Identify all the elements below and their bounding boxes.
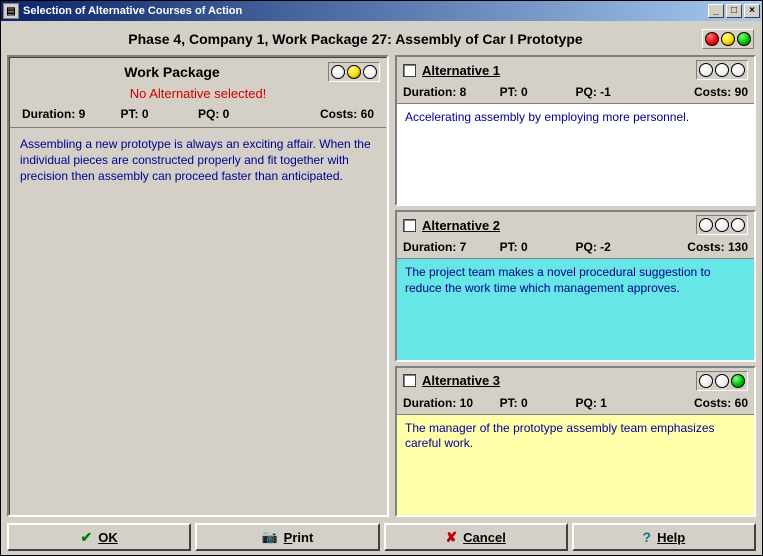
button-bar: ✔ OK 📷 Print ✘ Cancel ? Help	[7, 517, 756, 551]
alternative-1-name: Alternative 1	[422, 63, 696, 78]
alt3-costs-value: 60	[735, 396, 748, 410]
alt1-duration-label: Duration:	[403, 85, 456, 99]
alternatives-column: Alternative 1 Duration: 8 PT: 0 PQ: -1	[395, 55, 756, 517]
question-icon: ?	[643, 529, 652, 545]
alt2-light-2-icon	[715, 218, 729, 232]
alt2-pt-label: PT:	[500, 240, 518, 254]
work-package-header: Work Package No Alternative selected! Du…	[10, 58, 386, 128]
alternative-2-checkbox[interactable]	[403, 219, 416, 232]
wp-pq-label: PQ:	[198, 107, 219, 121]
alt3-duration-label: Duration:	[403, 396, 456, 410]
status-light-green-icon	[737, 32, 751, 46]
alternative-1-metrics: Duration: 8 PT: 0 PQ: -1 Costs: 90	[397, 81, 754, 103]
alt3-pq-label: PQ:	[575, 396, 596, 410]
content-area: Phase 4, Company 1, Work Package 27: Ass…	[1, 21, 762, 555]
wp-pt-label: PT:	[121, 107, 139, 121]
alt1-costs-label: Costs:	[694, 85, 731, 99]
wp-light-1-icon	[331, 65, 345, 79]
alternative-2-name: Alternative 2	[422, 218, 696, 233]
alternative-2-card[interactable]: Alternative 2 Duration: 7 PT: 0 PQ: -2	[395, 210, 756, 361]
wp-duration-label: Duration:	[22, 107, 75, 121]
titlebar[interactable]: ▤ Selection of Alternative Courses of Ac…	[1, 1, 762, 21]
alt1-duration-value: 8	[460, 85, 467, 99]
alt3-costs-label: Costs:	[694, 396, 731, 410]
alt1-light-2-icon	[715, 63, 729, 77]
alt3-light-2-icon	[715, 374, 729, 388]
system-menu-icon[interactable]: ▤	[3, 3, 19, 19]
alt2-pq-label: PQ:	[575, 240, 596, 254]
alt3-light-1-icon	[699, 374, 713, 388]
alternative-3-card[interactable]: Alternative 3 Duration: 10 PT: 0 PQ: 1	[395, 366, 756, 517]
alternative-3-checkbox[interactable]	[403, 374, 416, 387]
alt3-duration-value: 10	[460, 396, 473, 410]
alternative-1-card[interactable]: Alternative 1 Duration: 8 PT: 0 PQ: -1	[395, 55, 756, 206]
alt1-light-1-icon	[699, 63, 713, 77]
alt2-duration-label: Duration:	[403, 240, 456, 254]
header-traffic-lights	[702, 29, 754, 49]
window-title: Selection of Alternative Courses of Acti…	[23, 5, 242, 17]
help-button-label: Help	[657, 530, 685, 545]
ok-button[interactable]: ✔ OK	[7, 523, 191, 551]
alternative-2-description: The project team makes a novel procedura…	[397, 259, 754, 359]
status-light-red-icon	[705, 32, 719, 46]
alt3-pt-label: PT:	[500, 396, 518, 410]
alt3-pt-value: 0	[521, 396, 528, 410]
alternative-3-description: The manager of the prototype assembly te…	[397, 415, 754, 515]
work-package-metrics: Duration: 9 PT: 0 PQ: 0 Costs: 60	[16, 103, 380, 125]
camera-icon: 📷	[261, 529, 277, 545]
alternative-3-metrics: Duration: 10 PT: 0 PQ: 1 Costs: 60	[397, 392, 754, 414]
alt2-light-3-icon	[731, 218, 745, 232]
work-package-title: Work Package	[16, 64, 328, 80]
wp-pq-value: 0	[223, 107, 230, 121]
wp-light-2-icon	[347, 65, 361, 79]
alternative-3-traffic-lights	[696, 371, 748, 391]
work-package-description: Assembling a new prototype is always an …	[10, 128, 386, 514]
alt1-pq-value: -1	[600, 85, 611, 99]
check-icon: ✔	[81, 529, 93, 546]
ok-button-label: OK	[98, 530, 118, 545]
main-split: Work Package No Alternative selected! Du…	[7, 55, 756, 517]
alt1-pt-value: 0	[521, 85, 528, 99]
alternative-1-checkbox[interactable]	[403, 64, 416, 77]
page-title: Phase 4, Company 1, Work Package 27: Ass…	[9, 31, 702, 47]
alt2-duration-value: 7	[460, 240, 467, 254]
cancel-button-label: Cancel	[463, 530, 506, 545]
cancel-button[interactable]: ✘ Cancel	[384, 523, 568, 551]
alt3-light-3-icon	[731, 374, 745, 388]
minimize-button[interactable]: _	[708, 4, 724, 18]
alternative-1-description: Accelerating assembly by employing more …	[397, 104, 754, 204]
alt1-light-3-icon	[731, 63, 745, 77]
close-button[interactable]: ×	[744, 4, 760, 18]
alt2-costs-value: 130	[728, 240, 748, 254]
status-light-yellow-icon	[721, 32, 735, 46]
alt2-pq-value: -2	[600, 240, 611, 254]
print-button[interactable]: 📷 Print	[195, 523, 379, 551]
header-row: Phase 4, Company 1, Work Package 27: Ass…	[7, 25, 756, 55]
work-package-panel: Work Package No Alternative selected! Du…	[7, 55, 389, 517]
alt1-pq-label: PQ:	[575, 85, 596, 99]
wp-duration-value: 9	[79, 107, 86, 121]
app-window: ▤ Selection of Alternative Courses of Ac…	[0, 0, 763, 556]
alternative-2-metrics: Duration: 7 PT: 0 PQ: -2 Costs: 130	[397, 236, 754, 258]
alt1-pt-label: PT:	[500, 85, 518, 99]
alt2-pt-value: 0	[521, 240, 528, 254]
help-button[interactable]: ? Help	[572, 523, 756, 551]
print-button-rest: rint	[292, 530, 313, 545]
work-package-traffic-lights	[328, 62, 380, 82]
x-icon: ✘	[445, 529, 457, 546]
maximize-button[interactable]: □	[726, 4, 742, 18]
alt2-costs-label: Costs:	[687, 240, 724, 254]
alternative-1-traffic-lights	[696, 60, 748, 80]
alt2-light-1-icon	[699, 218, 713, 232]
alternative-3-name: Alternative 3	[422, 373, 696, 388]
no-alternative-message: No Alternative selected!	[16, 82, 380, 103]
alt1-costs-value: 90	[735, 85, 748, 99]
alt3-pq-value: 1	[600, 396, 607, 410]
wp-pt-value: 0	[142, 107, 149, 121]
wp-costs-label: Costs:	[320, 107, 357, 121]
wp-light-3-icon	[363, 65, 377, 79]
alternative-2-traffic-lights	[696, 215, 748, 235]
wp-costs-value: 60	[361, 107, 374, 121]
